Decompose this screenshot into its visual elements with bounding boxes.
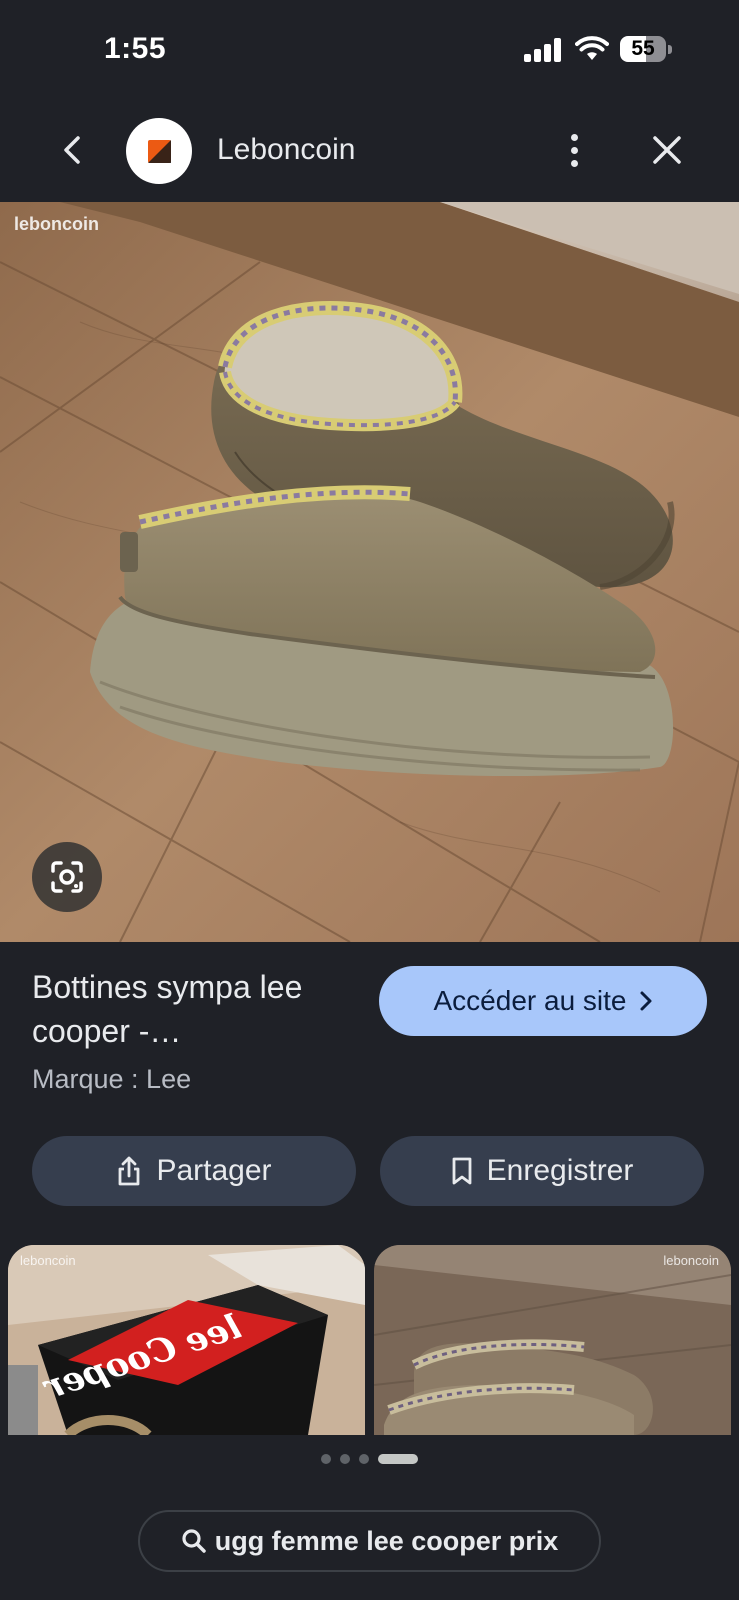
related-image-1[interactable]: lee Cooper leboncoin: [8, 1245, 365, 1435]
result-title-line-2: cooper -…: [32, 1013, 182, 1049]
page-dot[interactable]: [321, 1454, 331, 1464]
share-button[interactable]: Partager: [32, 1136, 356, 1206]
pagination-dots: [321, 1454, 418, 1464]
bookmark-icon: [452, 1157, 472, 1185]
page-dot[interactable]: [340, 1454, 350, 1464]
save-button[interactable]: Enregistrer: [380, 1136, 704, 1206]
chevron-left-icon: [64, 136, 80, 164]
related-search-chip[interactable]: ugg femme lee cooper prix: [138, 1510, 601, 1572]
lee-cooper-box-photo: lee Cooper: [8, 1245, 365, 1435]
slippers-photo: [0, 202, 739, 942]
site-favicon[interactable]: [126, 118, 192, 184]
visit-site-label: Accéder au site: [433, 985, 627, 1016]
chevron-right-icon: [640, 991, 651, 1011]
battery-level: 55: [631, 37, 655, 60]
google-lens-button[interactable]: [32, 842, 102, 912]
status-bar: 1:55 55: [0, 0, 739, 100]
leboncoin-logo-icon: [148, 140, 171, 163]
visit-site-button[interactable]: Accéder au site: [379, 966, 707, 1036]
more-options-button[interactable]: [552, 126, 596, 174]
google-lens-icon: [51, 861, 83, 893]
viewer-header: Leboncoin: [0, 100, 739, 202]
search-query: ugg femme lee cooper prix: [214, 1525, 559, 1556]
signal-icon: [524, 38, 564, 62]
close-button[interactable]: [645, 128, 689, 172]
site-name[interactable]: Leboncoin: [217, 133, 355, 167]
more-vertical-icon: [570, 133, 578, 141]
related-image-2[interactable]: leboncoin: [374, 1245, 731, 1435]
search-icon: [182, 1529, 206, 1553]
result-title[interactable]: Bottines sympa lee cooper -…: [32, 965, 362, 1053]
close-icon: [653, 136, 681, 164]
save-label: Enregistrer: [486, 1154, 634, 1187]
share-icon: [119, 1156, 140, 1186]
slippers-photo-2: [374, 1245, 731, 1435]
page-dot-active[interactable]: [378, 1454, 418, 1464]
related-2-watermark: leboncoin: [663, 1253, 719, 1268]
related-1-watermark: leboncoin: [20, 1253, 76, 1268]
share-label: Partager: [156, 1154, 272, 1187]
status-time: 1:55: [104, 32, 167, 65]
brand-text: Marque : Lee: [32, 1064, 192, 1094]
battery-icon: 55: [620, 36, 672, 62]
result-title-line-1: Bottines sympa lee: [32, 969, 303, 1005]
wifi-icon: [575, 36, 609, 62]
main-product-image[interactable]: leboncoin: [0, 202, 739, 942]
image-watermark: leboncoin: [14, 214, 99, 234]
page-dot[interactable]: [359, 1454, 369, 1464]
back-button[interactable]: [50, 128, 94, 172]
